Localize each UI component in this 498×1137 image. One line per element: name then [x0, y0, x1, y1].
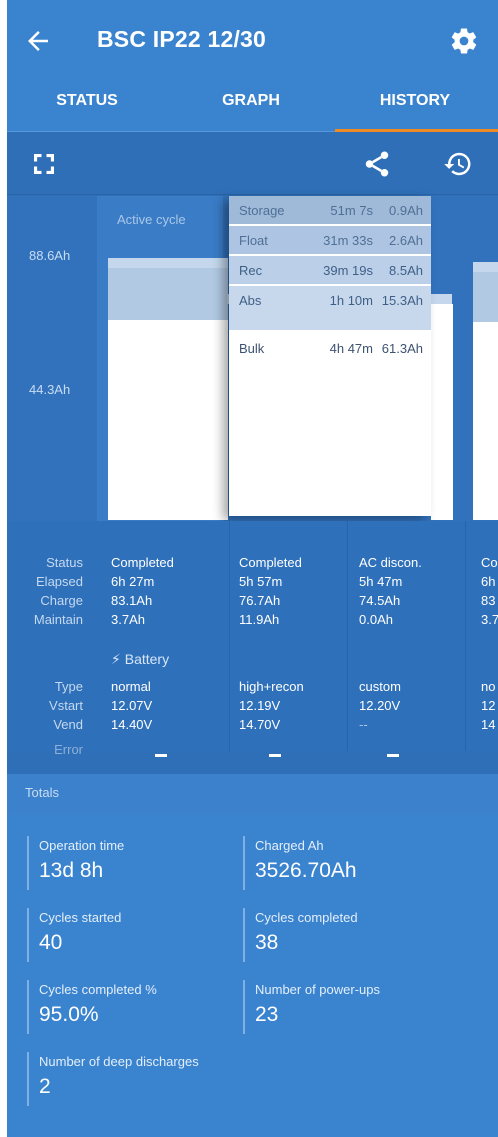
cell-charge: 83.1Ah	[111, 593, 153, 608]
tab-status[interactable]: STATUS	[7, 92, 167, 110]
tooltip-row-rec: Rec 39m 19s 8.5Ah	[229, 256, 431, 284]
cell-status: Completed	[239, 555, 302, 570]
totals-title: Totals	[25, 785, 59, 800]
stat-deep-discharges: Number of deep discharges 2	[27, 1052, 199, 1106]
stat-cycles-completed-percent: Cycles completed % 95.0%	[27, 980, 157, 1034]
row-label-vstart: Vstart	[49, 698, 83, 713]
stat-operation-time: Operation time 13d 8h	[27, 836, 124, 890]
cell-type: custom	[359, 679, 401, 694]
cell-maintain: 0.0Ah	[359, 612, 393, 627]
totals-panel: Operation time 13d 8h Charged Ah 3526.70…	[7, 814, 498, 1137]
cell-charge: 76.7Ah	[239, 593, 281, 608]
bar-float	[473, 272, 498, 322]
column-divider	[229, 521, 230, 751]
tab-history[interactable]: HISTORY	[335, 92, 495, 110]
tooltip-row-storage: Storage 51m 7s 0.9Ah	[229, 196, 431, 224]
app-frame: BSC IP22 12/30 STATUS GRAPH HISTORY Acti…	[7, 0, 498, 1137]
cell-vstart: 12.07V	[111, 698, 153, 713]
cell-charge: 74.5Ah	[359, 593, 401, 608]
cell-vend: 14.70V	[239, 717, 281, 732]
stat-cycles-completed: Cycles completed 38	[243, 908, 358, 962]
cell-vend: 14	[481, 717, 496, 732]
cell-maintain: 3.7Ah	[111, 612, 145, 627]
share-icon[interactable]	[362, 149, 392, 179]
cycle-data-table: Status Elapsed Charge Maintain ⚡︎ Batter…	[7, 521, 498, 757]
cell-elapsed: 5h 57m	[239, 574, 283, 589]
tab-graph[interactable]: GRAPH	[171, 92, 331, 110]
cell-vstart: 12.20V	[359, 698, 401, 713]
cell-status: Completed	[111, 555, 174, 570]
totals-header: Totals	[7, 774, 498, 814]
stat-cycles-started: Cycles started 40	[27, 908, 121, 962]
history-chart: Active cycle 88.6Ah 44.3Ah Storage 51m 7…	[7, 196, 498, 521]
cell-vstart: 12.19V	[239, 698, 281, 713]
bar-storage	[108, 258, 228, 268]
tooltip-row-abs: Abs 1h 10m 15.3Ah	[229, 286, 431, 330]
row-label-error: Error	[54, 742, 83, 757]
bar-storage	[473, 262, 498, 272]
cell-elapsed: 6h	[481, 574, 496, 589]
cell-vend: 14.40V	[111, 717, 153, 732]
page-title: BSC IP22 12/30	[97, 26, 267, 52]
fullscreen-icon[interactable]	[29, 149, 59, 179]
gear-icon[interactable]	[449, 26, 479, 56]
bar-bulk[interactable]	[108, 320, 228, 520]
cell-status: Co	[481, 555, 498, 570]
cell-type: high+recon	[239, 679, 304, 694]
cell-status: AC discon.	[359, 555, 422, 570]
bar-bulk[interactable]	[473, 322, 498, 520]
row-label-maintain: Maintain	[33, 612, 83, 627]
active-cycle-label: Active cycle	[117, 212, 186, 227]
cell-vstart: 12	[481, 698, 496, 713]
row-label-elapsed: Elapsed	[36, 574, 83, 589]
cell-elapsed: 6h 27m	[111, 574, 155, 589]
error-dash	[155, 754, 167, 757]
bar-bulk[interactable]	[431, 304, 453, 520]
column-divider	[347, 521, 348, 751]
stat-power-ups: Number of power-ups 23	[243, 980, 380, 1034]
cell-type: normal	[111, 679, 151, 694]
history-restore-icon[interactable]	[443, 149, 473, 179]
cell-vend: --	[359, 717, 368, 732]
error-dash	[387, 754, 399, 757]
column-divider	[465, 521, 466, 751]
row-label-type: Type	[54, 679, 83, 694]
tooltip-row-float: Float 31m 33s 2.6Ah	[229, 226, 431, 254]
arrow-left-icon[interactable]	[23, 26, 53, 56]
stat-charged-ah: Charged Ah 3526.70Ah	[243, 836, 357, 890]
y-tick-label: 88.6Ah	[29, 248, 71, 263]
cell-maintain: 3.7	[481, 612, 498, 627]
y-tick-label: 44.3Ah	[29, 382, 71, 397]
tab-selected-indicator	[335, 129, 498, 132]
battery-section-header: ⚡︎ Battery	[111, 651, 170, 667]
bar-float	[108, 268, 228, 320]
tooltip-row-bulk: Bulk 4h 47m 61.3Ah	[229, 334, 431, 362]
cycle-tooltip: Storage 51m 7s 0.9Ah Float 31m 33s 2.6Ah…	[229, 196, 431, 516]
cell-elapsed: 5h 47m	[359, 574, 403, 589]
app-bar: BSC IP22 12/30	[7, 0, 498, 80]
row-label-status: Status	[46, 555, 83, 570]
row-label-charge: Charge	[40, 593, 83, 608]
tab-bar: STATUS GRAPH HISTORY	[7, 80, 498, 132]
row-label-vend: Vend	[53, 717, 83, 732]
cell-maintain: 11.9Ah	[239, 612, 280, 627]
cell-type: no	[481, 679, 496, 694]
error-dash	[269, 754, 281, 757]
cell-charge: 83	[481, 593, 496, 608]
history-toolbar	[7, 133, 498, 195]
bolt-icon: ⚡︎	[111, 651, 121, 667]
